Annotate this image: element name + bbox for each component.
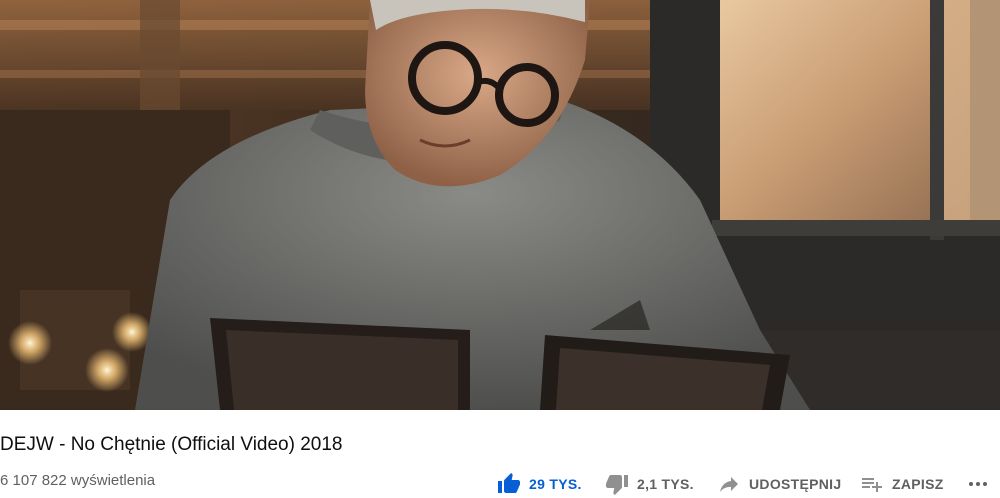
video-player[interactable] [0,0,1000,410]
playlist-add-icon [860,472,884,496]
more-actions-button[interactable] [966,472,990,496]
share-label: UDOSTĘPNIJ [749,476,842,492]
dislike-button[interactable]: 2,1 TYS. [605,472,694,496]
like-button[interactable]: 29 TYS. [497,472,582,496]
save-label: ZAPISZ [892,476,944,492]
thumb-down-icon [605,472,629,496]
share-button[interactable]: UDOSTĘPNIJ [717,472,841,496]
share-icon [717,472,741,496]
more-horiz-icon [966,472,990,496]
thumb-up-icon [497,472,521,496]
action-bar: 29 TYS. 2,1 TYS. UDOSTĘPNIJ ZAPISZ [0,472,1000,496]
video-frame [0,0,1000,410]
like-count: 29 TYS. [529,476,582,492]
video-title: DEJW - No Chętnie (Official Video) 2018 [0,434,343,455]
save-button[interactable]: ZAPISZ [860,472,944,496]
dislike-count: 2,1 TYS. [637,476,694,492]
